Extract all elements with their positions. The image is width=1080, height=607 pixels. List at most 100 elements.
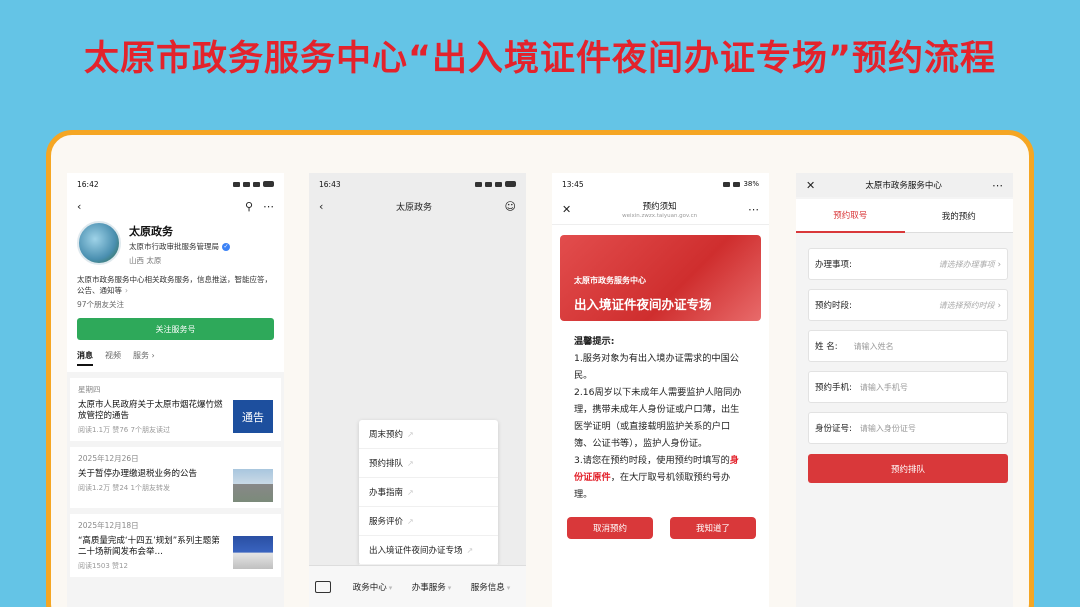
field-label: 身份证号:: [815, 424, 852, 434]
confirm-button[interactable]: 我知道了: [670, 517, 756, 539]
field-placeholder: 请输入身份证号: [859, 423, 916, 433]
field-label: 预约手机:: [815, 383, 852, 393]
bottom-nav: 政务中心 ▾ 办事服务 ▾ 服务信息 ▾: [309, 565, 526, 607]
message-thumbnail: [233, 536, 273, 569]
phone-reservation-notice: 13:45 38% ✕ 预约须知 weixin.zwzx.taiyuan.gov…: [552, 173, 769, 607]
name-field[interactable]: 姓 名: 请输入姓名: [808, 330, 1008, 362]
tab-videos[interactable]: 视频: [105, 350, 121, 366]
follow-button[interactable]: 关注服务号: [77, 318, 274, 340]
page-header: ✕ 太原市政务服务中心 ⋯: [796, 173, 1013, 197]
id-number-field[interactable]: 身份证号: 请输入身份证号: [808, 412, 1008, 444]
tab-services[interactable]: 服务 ›: [133, 350, 155, 366]
chevron-right-icon: ›: [997, 259, 1001, 270]
content-tabs: 消息 视频 服务 ›: [67, 340, 284, 366]
chevron-right-icon: ›: [997, 300, 1001, 311]
account-org: 太原市行政审批服务管理局: [129, 242, 219, 251]
menu-item-queue[interactable]: 预约排队 ↗: [359, 449, 498, 478]
service-item-select[interactable]: 办理事项: 请选择办理事项 ›: [808, 248, 1008, 280]
status-time: 16:43: [319, 179, 341, 189]
status-icons: [475, 181, 516, 187]
account-name: 太原政务: [129, 225, 173, 238]
message-title: “高质量完成‘十四五’规划”系列主题第二十场新闻发布会举…: [78, 536, 220, 557]
bottom-nav-services[interactable]: 办事服务 ▾: [402, 581, 461, 593]
menu-item-night-service[interactable]: 出入境证件夜间办证专场 ↗: [359, 536, 498, 565]
more-icon[interactable]: ⋯: [992, 180, 1003, 191]
link-icon: ↗: [407, 516, 414, 526]
service-menu-popup: 周末预约 ↗ 预约排队 ↗ 办事指南 ↗ 服务评价 ↗ 出入境证件夜间办证专场 ↗: [359, 420, 498, 565]
page-title: 太原市政务服务中心“出入境证件夜间办证专场”预约流程: [83, 39, 996, 79]
menu-item-evaluation[interactable]: 服务评价 ↗: [359, 507, 498, 536]
message-title: 关于暂停办理缴退税业务的公告: [78, 469, 198, 479]
form-page-title: 太原市政务服务中心: [865, 181, 942, 191]
profile-icon[interactable]: ☺: [505, 201, 516, 212]
status-bar: 13:45 38%: [552, 173, 769, 195]
link-icon: ↗: [407, 429, 414, 439]
field-placeholder: 请选择预约时段: [938, 300, 995, 310]
time-slot-select[interactable]: 预约时段: 请选择预约时段 ›: [808, 289, 1008, 321]
list-item[interactable]: 2025年12月26日 关于暂停办理缴退税业务的公告 阅读1.2万 赞24 1个…: [70, 447, 281, 508]
nav-bar: ‹ ⚲ ⋯: [67, 195, 284, 217]
search-icon[interactable]: ⚲: [245, 201, 253, 212]
link-icon: ↗: [407, 487, 414, 497]
notice-item-2: 2.16周岁以下未成年人需要监护人陪同办理，携带未成年人身份证或户口薄，出生医学…: [574, 387, 742, 449]
reservation-form: 办理事项: 请选择办理事项 › 预约时段: 请选择预约时段 › 姓 名: 请输入姓名 …: [796, 233, 1013, 444]
field-placeholder: 请选择办理事项: [938, 259, 995, 269]
phone-chat-menu: 16:43 ‹ 太原政务 ☺ 周末预约 ↗ 预约排队 ↗ 办事指南 ↗ 服务评价 ↗ 出…: [309, 173, 526, 607]
phone-official-account: 16:42 ‹ ⚲ ⋯ 太原政务 太原市行政审批服务管理局 ✓ 山西 太原 太原市…: [67, 173, 284, 607]
phone-field[interactable]: 预约手机: 请输入手机号: [808, 371, 1008, 403]
status-icons: 38%: [723, 180, 759, 188]
notice-text: 温馨提示: 1.服务对象为有出入境办证需求的中国公民。 2.16周岁以下未成年人…: [552, 321, 769, 503]
page-url: weixin.zwzx.taiyuan.gov.cn: [622, 213, 698, 219]
message-title: 太原市人民政府关于太原市烟花爆竹燃放管控的通告: [78, 400, 223, 421]
chat-title: 太原政务: [395, 202, 432, 213]
tab-messages[interactable]: 消息: [77, 350, 93, 366]
phone-reservation-form: ✕ 太原市政务服务中心 ⋯ 预约取号 我的预约 办理事项: 请选择办理事项 › 预…: [796, 173, 1013, 607]
notice-title: 预约须知: [642, 202, 677, 212]
status-time: 13:45: [562, 179, 584, 189]
list-item[interactable]: 2025年12月18日 “高质量完成‘十四五’规划”系列主题第二十场新闻发布会举…: [70, 514, 281, 577]
tab-take-number[interactable]: 预约取号: [796, 199, 905, 233]
field-placeholder: 请输入手机号: [859, 382, 908, 392]
bottom-nav-info[interactable]: 服务信息 ▾: [461, 581, 520, 593]
banner: 太原市政务服务中心 出入境证件夜间办证专场: [560, 235, 761, 321]
menu-item-guide[interactable]: 办事指南 ↗: [359, 478, 498, 507]
message-thumbnail: [233, 469, 273, 502]
close-icon[interactable]: ✕: [806, 180, 815, 191]
field-label: 办理事项:: [815, 260, 852, 270]
bottom-nav-gov-center[interactable]: 政务中心 ▾: [343, 581, 402, 593]
banner-subtitle: 太原市政务服务中心: [574, 276, 646, 285]
link-icon: ↗: [407, 458, 414, 468]
status-bar: 16:43: [309, 173, 526, 195]
page-header: ✕ 预约须知 weixin.zwzx.taiyuan.gov.cn ⋯: [552, 195, 769, 225]
close-icon[interactable]: ✕: [562, 204, 571, 215]
message-meta: 阅读1.2万 赞24 1个朋友转发: [78, 484, 170, 492]
message-meta: 阅读1.1万 赞76 7个朋友读过: [78, 426, 170, 434]
menu-item-weekend[interactable]: 周末预约 ↗: [359, 420, 498, 449]
account-location: 山西 太原: [129, 256, 162, 265]
back-icon[interactable]: ‹: [77, 201, 81, 212]
profile-header: 太原政务 太原市行政审批服务管理局 ✓ 山西 太原: [67, 217, 284, 266]
cancel-button[interactable]: 取消预约: [567, 517, 653, 539]
field-label: 预约时段:: [815, 301, 852, 311]
form-tabs: 预约取号 我的预约: [796, 199, 1013, 233]
message-meta: 阅读1503 赞12: [78, 562, 128, 570]
more-icon[interactable]: ⋯: [748, 204, 759, 215]
avatar: [77, 221, 121, 265]
list-item[interactable]: 星期四 太原市人民政府关于太原市烟花爆竹燃放管控的通告 阅读1.1万 赞76 7…: [70, 378, 281, 441]
notice-header: 温馨提示:: [574, 336, 615, 347]
account-description: 太原市政务服务中心相关政务服务，信息推送，智能应答，公告、通知等 ›: [77, 275, 272, 295]
message-date: 2025年12月26日: [78, 454, 139, 463]
tab-my-reservations[interactable]: 我的预约: [904, 199, 1013, 233]
notice-item-3: 3.请您在预约时段，使用预约时填写的身份证原件，在大厅取号机领取预约号办理。: [574, 455, 739, 500]
message-date: 星期四: [78, 385, 101, 394]
message-date: 2025年12月18日: [78, 521, 139, 530]
banner-title: 出入境证件夜间办证专场: [574, 297, 712, 312]
notice-item-1: 1.服务对象为有出入境办证需求的中国公民。: [574, 353, 739, 381]
keyboard-icon[interactable]: [315, 580, 331, 593]
back-icon[interactable]: ‹: [319, 201, 323, 212]
field-label: 姓 名:: [815, 342, 838, 352]
more-icon[interactable]: ⋯: [263, 201, 274, 212]
profile-section: 16:42 ‹ ⚲ ⋯ 太原政务 太原市行政审批服务管理局 ✓ 山西 太原 太原市…: [67, 173, 284, 372]
submit-reservation-button[interactable]: 预约排队: [808, 454, 1008, 483]
field-placeholder: 请输入姓名: [853, 341, 894, 351]
